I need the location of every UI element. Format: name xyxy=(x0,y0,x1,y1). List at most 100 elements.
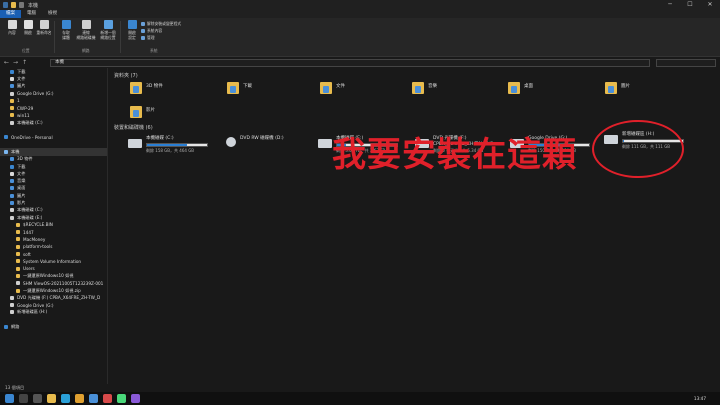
content-area: 資料夾 (7) 裝置和磁碟機 (6) 3D 物件 下載 文件 音樂 桌面 圖片影片 本機磁… xyxy=(112,68,718,384)
nav-item-icon xyxy=(16,273,20,278)
maximize-button[interactable]: ☐ xyxy=(680,0,700,10)
ribbon-small-item-1[interactable]: 系統內容 xyxy=(141,28,162,34)
chrome-icon[interactable] xyxy=(75,394,84,403)
ribbon-button-4[interactable]: 連線 網路磁碟機 xyxy=(77,20,96,40)
nav-item[interactable]: CWP-29 xyxy=(0,104,107,111)
drive-item[interactable]: 本機磁碟 (C:) 剩餘 158 GB，共 464 GB xyxy=(128,136,208,154)
app-icon[interactable] xyxy=(131,394,140,403)
nav-item-icon xyxy=(16,237,20,242)
folder-item[interactable]: 音樂 xyxy=(412,82,437,94)
nav-item[interactable]: 本機磁碟 (E:) xyxy=(0,214,107,221)
nav-item[interactable]: System Volume Information xyxy=(0,258,107,265)
nav-item-icon xyxy=(16,244,20,249)
nav-item[interactable]: MacMoney xyxy=(0,236,107,243)
back-button[interactable]: ← xyxy=(4,59,9,66)
nav-item[interactable]: 圖片 xyxy=(0,83,107,90)
nav-item-label: System Volume Information xyxy=(23,258,82,264)
customize-quick-icon[interactable] xyxy=(19,2,24,8)
search-icon[interactable] xyxy=(19,394,28,403)
nav-item-icon xyxy=(16,281,20,286)
nav-item[interactable]: 文件 xyxy=(0,170,107,177)
nav-item[interactable]: $RECYCLE.BIN xyxy=(0,221,107,228)
nav-item[interactable]: win11 xyxy=(0,112,107,119)
nav-item[interactable]: 音樂 xyxy=(0,177,107,184)
ribbon-small-item-0[interactable]: 解除安裝或變更程式 xyxy=(141,21,181,27)
folder-item[interactable]: 桌面 xyxy=(508,82,533,94)
app-icon[interactable] xyxy=(117,394,126,403)
nav-item-icon xyxy=(16,252,20,257)
folders-section-header[interactable]: 資料夾 (7) xyxy=(114,72,138,79)
nav-item-icon xyxy=(10,193,14,198)
nav-item[interactable]: 文件 xyxy=(0,75,107,82)
ribbon-small-item-2[interactable]: 管理 xyxy=(141,35,155,41)
start-icon[interactable] xyxy=(5,394,14,403)
nav-item[interactable]: 1447 xyxy=(0,229,107,236)
nav-item[interactable]: 下載 xyxy=(0,68,107,75)
nav-item[interactable]: platform-tools xyxy=(0,243,107,250)
nav-item-label: 圖片 xyxy=(17,83,26,89)
nav-item[interactable]: 本機 xyxy=(0,148,107,156)
folder-item[interactable]: 圖片 xyxy=(605,82,630,94)
tab-computer[interactable]: 電腦 xyxy=(21,10,42,18)
up-button[interactable]: ↑ xyxy=(22,59,27,66)
nav-item-icon xyxy=(10,157,14,162)
nav-item-icon xyxy=(10,69,14,74)
nav-item[interactable]: 一鍵還原Windows10 如視.zip xyxy=(0,287,107,294)
nav-item[interactable]: 網路 xyxy=(0,323,107,330)
nav-item[interactable]: 本機磁碟 (C:) xyxy=(0,207,107,214)
new-folder-quick-icon[interactable] xyxy=(11,2,16,8)
nav-item[interactable]: soft xyxy=(0,250,107,257)
drives-section-header[interactable]: 裝置和磁碟機 (6) xyxy=(114,124,153,131)
ribbon-button-0[interactable]: 內容 xyxy=(4,20,20,36)
nav-item[interactable]: Google Drive (G:) xyxy=(0,302,107,309)
nav-item[interactable]: DVD 光碟機 (F:) CPBA_X64FRE_ZH-TW_D xyxy=(0,294,107,301)
nav-item-label: 一鍵還原Windows10 如視 xyxy=(23,272,74,278)
ribbon-button-5[interactable]: 新增一個 網路位置 xyxy=(100,20,116,40)
folder-label: 3D 物件 xyxy=(146,84,163,89)
nav-item[interactable]: 桌面 xyxy=(0,185,107,192)
tab-view[interactable]: 檢視 xyxy=(42,10,63,18)
folder-item[interactable]: 下載 xyxy=(227,82,252,94)
nav-item-icon xyxy=(10,310,14,315)
store-icon[interactable] xyxy=(89,394,98,403)
nav-item[interactable]: OneDrive - Personal xyxy=(0,134,107,141)
nav-item-icon xyxy=(4,135,8,140)
ribbon-button-6[interactable]: 開啟 設定 xyxy=(124,20,140,40)
nav-item[interactable]: 圖片 xyxy=(0,192,107,199)
nav-item[interactable]: Users xyxy=(0,265,107,272)
nav-item[interactable]: 本機磁碟 (C:) xyxy=(0,119,107,126)
properties-quick-icon[interactable] xyxy=(3,2,8,8)
app-icon[interactable] xyxy=(103,394,112,403)
nav-item-label: 1447 xyxy=(23,229,34,235)
address-bar[interactable]: 本機 xyxy=(50,58,650,67)
nav-item xyxy=(0,141,107,148)
ribbon-button-3[interactable]: 存取 媒體 xyxy=(58,20,74,40)
drive-item[interactable]: DVD RW 磁碟機 (D:) xyxy=(226,136,284,147)
nav-item[interactable]: 新增磁碟區 (H:) xyxy=(0,309,107,316)
nav-item-icon xyxy=(10,76,14,81)
nav-item[interactable]: 3D 物件 xyxy=(0,156,107,163)
folder-item[interactable]: 文件 xyxy=(320,82,345,94)
drive-label: DVD RW 磁碟機 (D:) xyxy=(240,136,284,141)
ribbon-button-1[interactable]: 開啟 xyxy=(20,20,36,36)
ribbon-button-2[interactable]: 重新命名 xyxy=(36,20,52,36)
close-button[interactable]: ✕ xyxy=(700,0,720,10)
nav-item[interactable]: 一鍵還原Windows10 如視 xyxy=(0,272,107,279)
nav-item[interactable]: 下載 xyxy=(0,163,107,170)
forward-button[interactable]: → xyxy=(13,59,18,66)
nav-item[interactable]: 1 xyxy=(0,97,107,104)
edge-icon[interactable] xyxy=(61,394,70,403)
explorer-icon[interactable] xyxy=(47,394,56,403)
nav-item[interactable]: Google Drive (G:) xyxy=(0,90,107,97)
minimize-button[interactable]: ─ xyxy=(660,0,680,10)
annotation-text: 我要安裝在這顆 xyxy=(332,135,577,175)
nav-item[interactable]: 影片 xyxy=(0,199,107,206)
folder-item[interactable]: 3D 物件 xyxy=(130,82,163,94)
search-box[interactable] xyxy=(656,58,716,67)
ribbon-small-icon xyxy=(141,29,145,33)
taskview-icon[interactable] xyxy=(33,394,42,403)
tab-file[interactable]: 檔案 xyxy=(0,10,21,18)
nav-item[interactable]: SHM ViewOS-20211005T123239Z-001 xyxy=(0,280,107,287)
folder-item[interactable]: 影片 xyxy=(130,106,155,118)
ribbon-button-icon xyxy=(7,20,17,29)
